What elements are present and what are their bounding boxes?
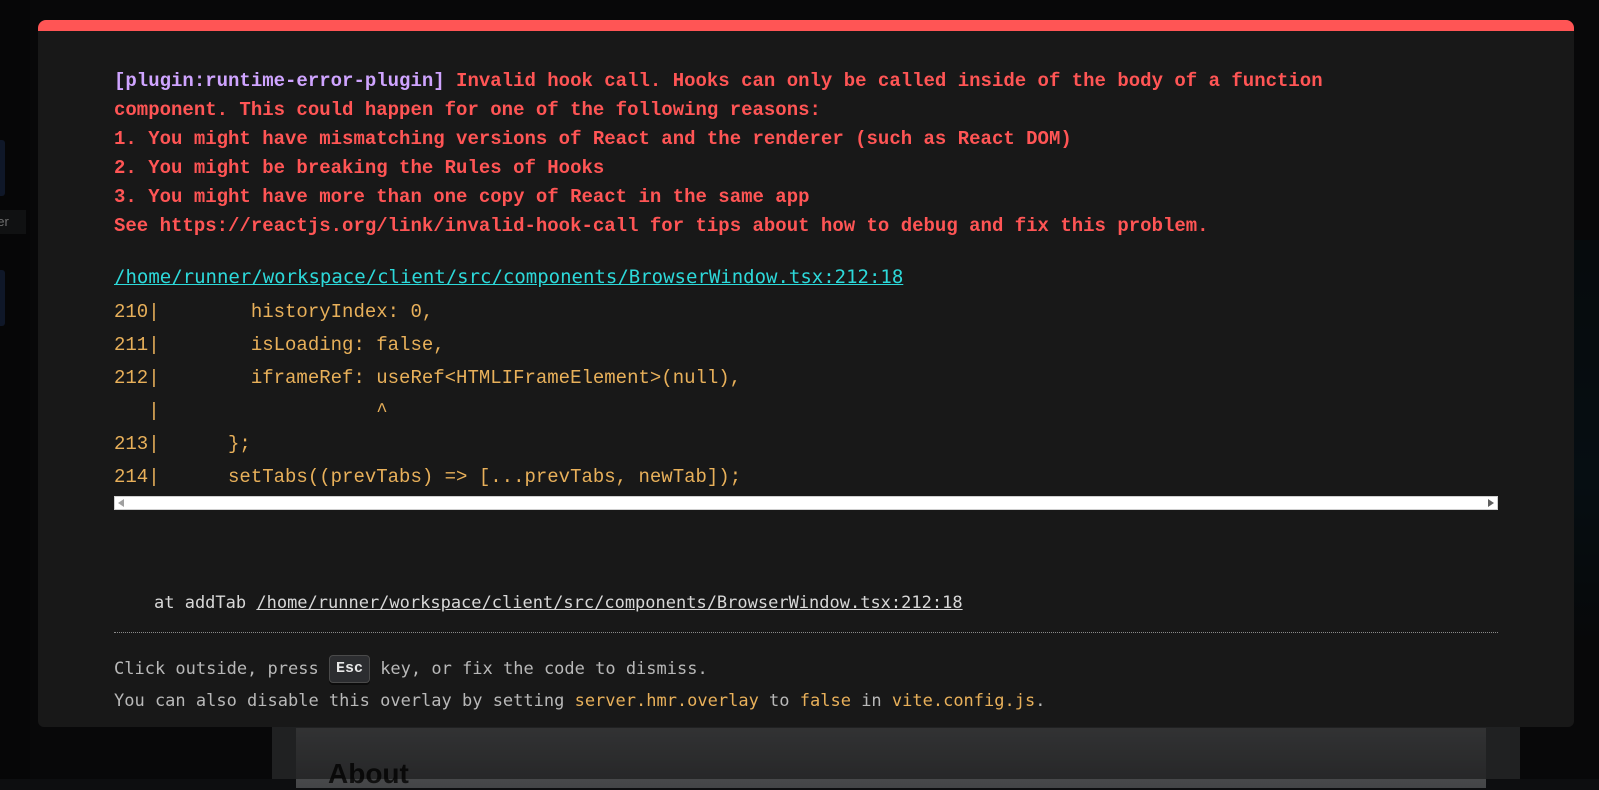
error-overlay-window: [plugin:runtime-error-plugin] Invalid ho…: [38, 20, 1574, 727]
stack-prefix: at addTab: [154, 593, 256, 613]
code-frame-line: 211| isLoading: false,: [114, 329, 1498, 362]
plugin-name: [plugin:runtime-error-plugin]: [114, 70, 445, 92]
code-frame-line: 210| historyIndex: 0,: [114, 296, 1498, 329]
tip-text: You can also disable this overlay by set…: [114, 691, 575, 711]
config-file-name: vite.config.js: [892, 691, 1035, 711]
dismiss-tip: Click outside, press Esc key, or fix the…: [114, 653, 1498, 717]
scroll-right-arrow-icon[interactable]: [1488, 499, 1494, 507]
tip-text: key, or fix the code to dismiss.: [370, 659, 708, 679]
scroll-left-arrow-icon[interactable]: [118, 499, 124, 507]
tip-divider: [114, 632, 1498, 633]
tip-text: Click outside, press: [114, 659, 329, 679]
tip-text: .: [1035, 691, 1045, 711]
esc-key: Esc: [329, 655, 370, 683]
code-frame-scrollbar[interactable]: [114, 496, 1498, 510]
setting-value: false: [800, 691, 851, 711]
code-frame-line: 212| iframeRef: useRef<HTMLIFrameElement…: [114, 362, 1498, 395]
code-frame: 210| historyIndex: 0, 211| isLoading: fa…: [114, 296, 1498, 494]
tip-text: in: [851, 691, 892, 711]
error-message: [plugin:runtime-error-plugin] Invalid ho…: [114, 67, 1498, 241]
error-message-text: Invalid hook call. Hooks can only be cal…: [114, 70, 1323, 237]
stack-file-link[interactable]: /home/runner/workspace/client/src/compon…: [256, 593, 962, 613]
error-file-link[interactable]: /home/runner/workspace/client/src/compon…: [114, 264, 903, 290]
stack-trace: at addTab /home/runner/workspace/client/…: [114, 590, 1498, 616]
code-frame-line: 213| };: [114, 428, 1498, 461]
setting-name: server.hmr.overlay: [575, 691, 759, 711]
tip-text: to: [759, 691, 800, 711]
code-frame-caret-line: | ^: [114, 395, 1498, 428]
code-frame-line: 214| setTabs((prevTabs) => [...prevTabs,…: [114, 461, 1498, 494]
